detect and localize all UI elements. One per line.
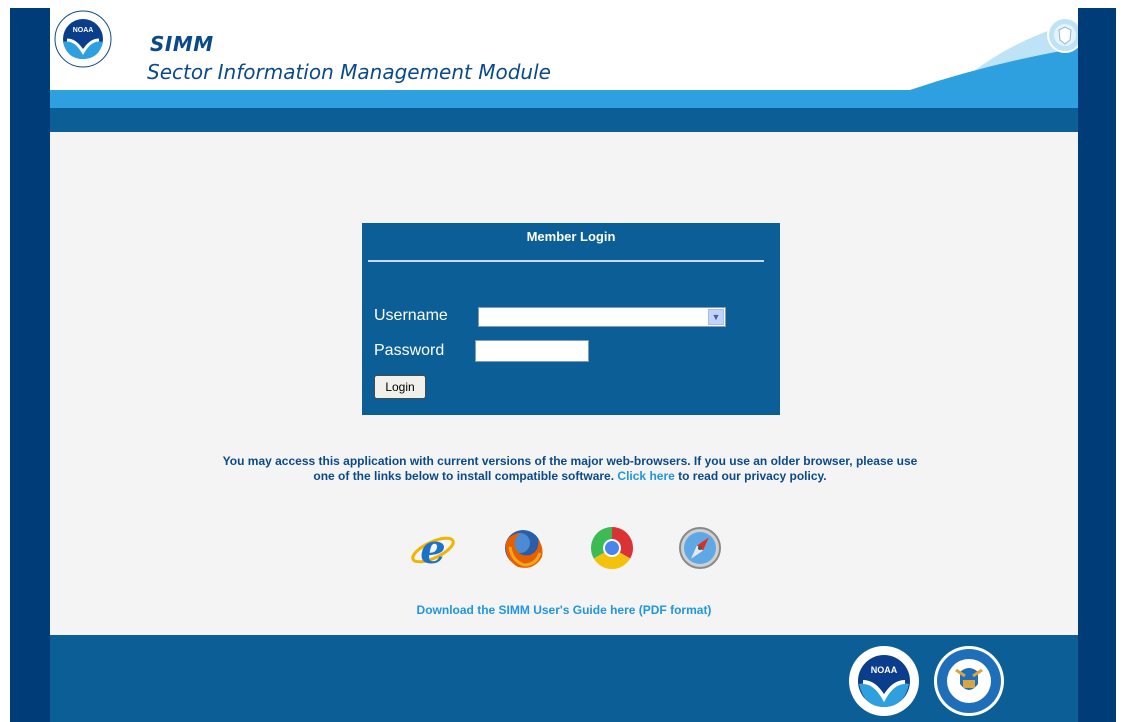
username-label: Username	[374, 307, 448, 324]
chevron-down-icon[interactable]: ▼	[708, 309, 724, 325]
commerce-seal-icon	[1047, 17, 1078, 53]
chrome-icon[interactable]	[587, 523, 637, 573]
member-login-panel: Member Login Username ▼ Password Login	[362, 223, 780, 415]
svg-text:NOAA: NOAA	[871, 665, 898, 675]
login-title: Member Login	[526, 229, 616, 244]
ie-icon[interactable]: e	[408, 523, 458, 573]
browser-info-text: You may access this application with cur…	[220, 454, 920, 484]
info-text-after: to read our privacy policy.	[678, 469, 827, 483]
commerce-seal-icon[interactable]	[932, 644, 1006, 718]
safari-icon[interactable]	[675, 523, 725, 573]
footer: NOAA	[50, 635, 1078, 722]
login-divider	[368, 260, 764, 262]
svg-text:NOAA: NOAA	[73, 27, 94, 34]
username-select[interactable]: ▼	[478, 307, 726, 327]
header: NOAA SIMM Sector Information Management …	[50, 8, 1078, 90]
header-band-light	[50, 90, 1078, 108]
firefox-icon[interactable]	[498, 523, 548, 573]
svg-text:e: e	[420, 526, 445, 573]
app-long-title: Sector Information Management Module	[147, 60, 551, 84]
page-content: NOAA SIMM Sector Information Management …	[50, 8, 1078, 722]
noaa-logo: NOAA	[54, 10, 112, 68]
header-band-dark	[50, 108, 1078, 132]
password-field[interactable]	[475, 340, 589, 362]
privacy-policy-link[interactable]: Click here	[617, 469, 674, 483]
login-button[interactable]: Login	[374, 375, 426, 399]
password-label: Password	[374, 342, 445, 359]
user-guide-link[interactable]: Download the SIMM User's Guide here (PDF…	[50, 603, 1078, 617]
noaa-footer-logo[interactable]: NOAA	[847, 644, 921, 718]
app-short-title: SIMM	[150, 32, 214, 56]
